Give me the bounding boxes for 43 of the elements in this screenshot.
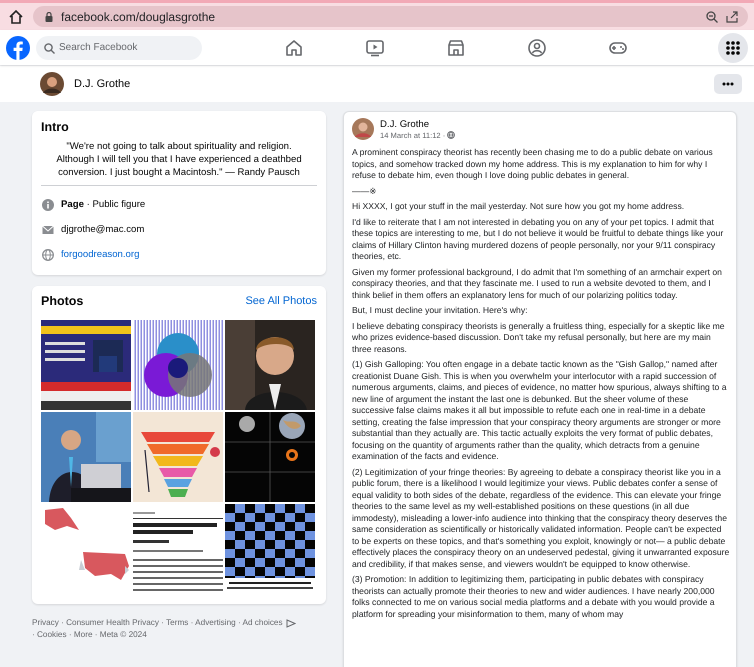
post-paragraph: Hi XXXX, I got your stuff in the mail yesterday. Not sure how you got my home address. xyxy=(352,201,686,212)
post-paragraph: I'd like to reiterate that I am not interested in debating you on any of your pet topics. I admit that these topics are interesting to me, but I do not believe it would be fruitful to debate things like your claims of Hillary Clinton having murdered dozens of people personally, nor your 9/11 conspiracy theories, etc. xyxy=(352,216,724,262)
info-icon xyxy=(42,198,54,210)
more-button[interactable] xyxy=(714,74,742,94)
author-name[interactable]: D.J. Grothe xyxy=(380,118,456,130)
search-field[interactable]: Search Facebook xyxy=(36,36,202,60)
home-icon[interactable] xyxy=(284,38,304,58)
post-paragraph: But, I must decline your invitation. Here's why: xyxy=(352,305,529,316)
grid-icon xyxy=(726,40,740,54)
avatar[interactable] xyxy=(40,72,64,96)
post-paragraph: (1) Gish Galloping: You often engage in a debate tactic known as the "Gish Gallop," named after creationist Duane Gish. This is when you overwhelm your interlocutor with a rapid succession of numerous arguments, claims, and pieces of evidence, no matter how spurious, always shifting to a new line of argument the instant the last one is debunked. But the sheer volume of these successive false claims makes it all but impossible to refute each one in real-time in a debate setting, creating the false impression that your conspiracy theory arguments are stronger or more substantial than they actually are. This tactic actually exploits the very format of public debates, focusing on the quantity of arguments rather than the quality, which detracts from a genuine examination of the facts and evidence. xyxy=(352,359,728,462)
footer-links: Privacy · Consumer Health Privacy · Terms · Advertising · Ad choices xyxy=(32,617,283,629)
facebook-logo-icon[interactable] xyxy=(6,36,30,60)
lock-icon xyxy=(45,12,53,22)
ad-choices-icon[interactable] xyxy=(286,618,296,628)
post-paragraph: (3) Promotion: In addition to legitimizing them, participating in public debates with conspiracy theorists can actually promote their theories to new and wider audiences. I have nearly 200,000 folks connected to me on various social media platforms and a debate with you would provide a platform for spreading your misinformation to them, many of whom may xyxy=(352,574,716,620)
video-icon[interactable] xyxy=(365,38,386,58)
post-paragraph: A prominent conspiracy theorist has recently been chasing me to do a public debate on various topics, and somehow tracked down my home address. This is my explanation to him for why I refuse to debate him, even though I love doing public debates in general. xyxy=(352,147,714,182)
card-title: Intro xyxy=(41,120,70,134)
people-icon[interactable] xyxy=(526,38,547,58)
profile-name[interactable]: D.J. Grothe xyxy=(74,78,130,90)
post-paragraph: I believe debating conspiracy theorists is generally a fruitless thing, especially for a skeptic like me who prizes evidence-based discussion. Don't take my refusal personally, but here are my main three reasons. xyxy=(352,320,726,355)
storefront-icon[interactable] xyxy=(446,38,466,58)
email-text: djgrothe@mac.com xyxy=(61,224,144,235)
card-title: Photos xyxy=(41,294,84,308)
share-icon[interactable] xyxy=(726,10,738,22)
more-icon xyxy=(722,82,734,86)
post-paragraph: (2) Legitimization of your fringe theories: By agreeing to debate a conspiracy theorist like you in a public forum, there is a likelihood I would legitimize your views. Public debates confer a sense of equal validity to both sides of the debate, regardless of the evidence. This can elevate your fringe theories to the same level as my well-established positions on these questions (in all due immodesty), misleading a lower-info audience into thinking that the conspiracy theory deserves the same consideration as scientifically or historically validated information. People can't be expected to be experts on these topics, and that's something you exploit, knowingly or not— a public debate effectively places the conspiracy theory on an undeserved pedestal, giving it unwarranted exposure and credibility, if that makes sense, and viewers wouldn't be equipped to know otherwise. xyxy=(352,466,730,570)
globe-icon xyxy=(42,248,54,260)
search-icon xyxy=(44,42,55,54)
zoom-icon[interactable] xyxy=(706,10,718,22)
envelope-icon xyxy=(42,224,54,236)
website-link[interactable]: forgoodreason.org xyxy=(61,249,140,260)
see-all-link[interactable]: See All Photos xyxy=(245,295,317,307)
post-paragraph: ——※ xyxy=(352,186,378,197)
category-text: Page · Public figure xyxy=(61,199,146,210)
menu-button[interactable] xyxy=(718,32,748,62)
address-bar[interactable]: facebook.com/douglasgrothe xyxy=(33,6,748,27)
home-icon[interactable] xyxy=(8,8,24,24)
bio-text: "We're not going to talk about spirituality and religion. Although I will tell you that I have experienced a deathbed conversion. I just bought a Macintosh." — Randy Pausch xyxy=(55,140,303,179)
globe-icon xyxy=(447,131,456,139)
post-paragraph: Given my former professional background, I do admit that I'm something of an armchair expert on conspiracy theories, and that they fascinate me. I used to run a website devoted to them, and I think belief in them offers an explanatory lens for much of our polarizing politics today. xyxy=(352,266,723,301)
footer-links: · Cookies · More · Meta © 2024 xyxy=(32,629,147,641)
